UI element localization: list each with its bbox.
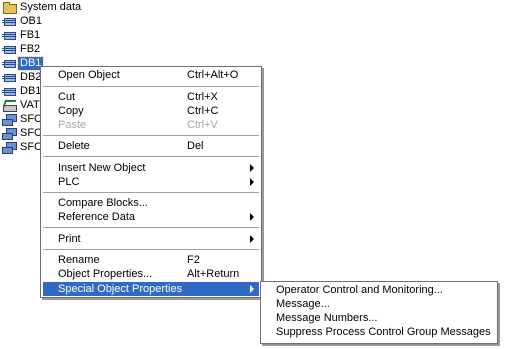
menu-item-label: Paste: [58, 119, 87, 131]
vat-icon: [2, 99, 17, 112]
shortcut-label: F2: [187, 254, 200, 266]
menu-item-label: Insert New Object: [58, 162, 146, 174]
menu-item-copy[interactable]: Copy Ctrl+C: [43, 104, 259, 118]
menu-item-plc[interactable]: PLC: [43, 175, 259, 189]
block-icon: [2, 71, 16, 83]
menu-item-special-object-properties[interactable]: Special Object Properties: [43, 282, 259, 296]
menu-item-label: Cut: [58, 91, 76, 103]
menu-item-suppress-messages[interactable]: Suppress Process Control Group Messages: [263, 325, 495, 339]
tree-item-label: OB1: [20, 14, 43, 27]
menu-separator: [43, 86, 259, 87]
sfc-icon: [2, 127, 17, 140]
menu-item-label: Object Properties...: [58, 268, 153, 280]
tree-item-sfc[interactable]: SFC: [2, 140, 44, 154]
menu-separator: [43, 227, 259, 228]
shortcut-label: Ctrl+X: [187, 91, 218, 103]
menu-item-message[interactable]: Message...: [263, 297, 495, 311]
tree-item-db2[interactable]: DB2: [2, 70, 43, 84]
menu-item-label: Message Numbers...: [276, 312, 378, 324]
tree-item-label: FB1: [20, 28, 41, 41]
menu-item-label: Suppress Process Control Group Messages: [276, 326, 491, 338]
menu-item-paste[interactable]: Paste Ctrl+V: [43, 118, 259, 132]
tree-item-db1-selected[interactable]: DB1: [2, 55, 45, 71]
submenu-arrow-icon: [250, 285, 254, 293]
menu-separator: [43, 156, 259, 157]
folder-icon: [2, 1, 17, 14]
menu-item-operator-control[interactable]: Operator Control and Monitoring...: [263, 283, 495, 297]
submenu-arrow-icon: [250, 164, 254, 172]
tree-item-fb2[interactable]: FB2: [2, 42, 42, 56]
tree-item-ob1[interactable]: OB1: [2, 14, 44, 28]
tree-item-sfc[interactable]: SFC: [2, 126, 44, 140]
menu-item-label: Rename: [58, 254, 100, 266]
submenu-arrow-icon: [250, 213, 254, 221]
menu-item-label: Message...: [276, 298, 330, 310]
tree-item-fb1[interactable]: FB1: [2, 28, 42, 42]
submenu-arrow-icon: [250, 235, 254, 243]
menu-item-delete[interactable]: Delete Del: [43, 139, 259, 153]
block-icon: [2, 29, 16, 41]
menu-item-reference-data[interactable]: Reference Data: [43, 210, 259, 224]
sfc-icon: [2, 113, 17, 126]
menu-item-label: Special Object Properties: [58, 283, 183, 295]
menu-item-rename[interactable]: Rename F2: [43, 253, 259, 267]
menu-item-cut[interactable]: Cut Ctrl+X: [43, 90, 259, 104]
tree-item-label: FB2: [20, 42, 41, 55]
menu-separator: [43, 192, 259, 193]
menu-item-message-numbers[interactable]: Message Numbers...: [263, 311, 495, 325]
tree-item-system-data[interactable]: System data: [2, 0, 83, 14]
shortcut-label: Alt+Return: [187, 268, 240, 280]
menu-item-label: Open Object: [58, 69, 120, 81]
menu-item-open-object[interactable]: Open Object Ctrl+Alt+O: [43, 68, 259, 82]
menu-item-print[interactable]: Print: [43, 232, 259, 246]
block-icon: [2, 15, 16, 27]
special-object-properties-submenu: Operator Control and Monitoring... Messa…: [260, 281, 498, 344]
menu-item-label: Reference Data: [58, 211, 136, 223]
shortcut-label: Ctrl+V: [187, 119, 218, 131]
shortcut-label: Ctrl+C: [187, 105, 219, 117]
menu-item-label: Copy: [58, 105, 84, 117]
block-icon: [2, 57, 16, 69]
menu-item-label: Compare Blocks...: [58, 197, 148, 209]
menu-separator: [43, 135, 259, 136]
tree-item-label: VAT: [20, 98, 40, 111]
menu-item-insert-new-object[interactable]: Insert New Object: [43, 161, 259, 175]
menu-item-label: Operator Control and Monitoring...: [276, 284, 443, 296]
context-menu: Open Object Ctrl+Alt+O Cut Ctrl+X Copy C…: [40, 66, 262, 298]
block-icon: [2, 85, 16, 97]
menu-item-label: PLC: [58, 176, 80, 188]
menu-separator: [43, 249, 259, 250]
shortcut-label: Ctrl+Alt+O: [187, 69, 239, 81]
tree-item-db1[interactable]: DB1: [2, 84, 43, 98]
shortcut-label: Del: [187, 140, 204, 152]
tree-item-vat[interactable]: VAT: [2, 98, 42, 112]
sfc-icon: [2, 141, 17, 154]
menu-item-label: Print: [58, 233, 81, 245]
menu-item-compare-blocks[interactable]: Compare Blocks...: [43, 196, 259, 210]
block-icon: [2, 43, 16, 55]
tree-item-label: System data: [20, 0, 82, 13]
tree-item-sfc[interactable]: SFC: [2, 112, 44, 126]
menu-item-label: Delete: [58, 140, 90, 152]
menu-item-object-properties[interactable]: Object Properties... Alt+Return: [43, 267, 259, 281]
submenu-arrow-icon: [250, 178, 254, 186]
